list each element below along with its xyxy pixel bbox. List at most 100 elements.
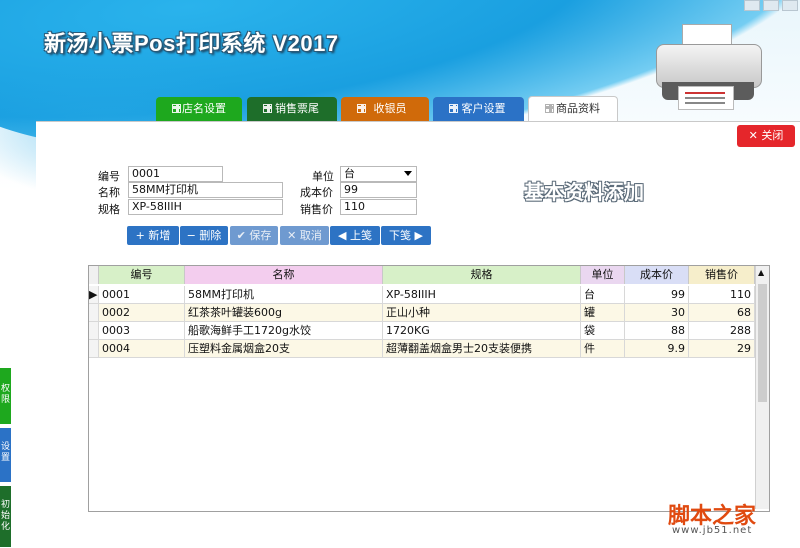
grid-icon xyxy=(449,104,458,113)
cell-price[interactable]: 68 xyxy=(689,304,755,322)
cell-spec[interactable]: 超薄翻盖烟盒男士20支装便携 xyxy=(383,340,581,358)
side-tab-permissions[interactable]: 权限 xyxy=(0,368,11,424)
grid-icon xyxy=(172,104,181,113)
save-button[interactable]: ✔ 保存 xyxy=(230,226,278,245)
cell-cost[interactable]: 9.9 xyxy=(625,340,689,358)
maximize-button[interactable] xyxy=(763,0,779,11)
tab-label: 销售票尾 xyxy=(275,102,319,115)
side-tab-settings[interactable]: 设置 xyxy=(0,428,11,482)
next-button-label: 下笺 xyxy=(389,229,412,242)
name-label: 名称 xyxy=(98,186,120,199)
close-button[interactable]: ✕ 关闭 xyxy=(737,125,795,147)
minimize-button[interactable] xyxy=(744,0,760,11)
cell-cost[interactable]: 99 xyxy=(625,286,689,304)
cell-unit[interactable]: 件 xyxy=(581,340,625,358)
current-row-indicator-icon: ▶ xyxy=(89,286,99,304)
tab-label: 客户设置 xyxy=(461,102,506,115)
cell-unit[interactable]: 台 xyxy=(581,286,625,304)
cost-field[interactable]: 99 xyxy=(340,182,417,198)
table-row[interactable]: ▶ 0001 58MM打印机 XP-58IIIH 台 99 110 xyxy=(89,286,755,304)
scroll-up-icon[interactable]: ▲ xyxy=(758,268,764,278)
tab-label: 店名设置 xyxy=(182,102,226,115)
prev-button-label: 上笺 xyxy=(349,229,372,242)
chevron-down-icon xyxy=(404,171,412,176)
side-tab-label: 初始化 xyxy=(0,500,10,532)
table-row[interactable]: 0004 压塑料金属烟盒20支 超薄翻盖烟盒男士20支装便携 件 9.9 29 xyxy=(89,340,755,358)
tab-receipt-footer[interactable]: 销售票尾 xyxy=(247,97,337,121)
table-row[interactable]: 0002 红茶茶叶罐装600g 正山小种 罐 30 68 xyxy=(89,304,755,322)
app-title: 新汤小票Pos打印系统 V2017 xyxy=(44,31,339,56)
prev-button[interactable]: ◀ 上笺 xyxy=(330,226,380,245)
minus-icon: − xyxy=(186,229,200,242)
unit-label: 单位 xyxy=(312,170,334,183)
cell-spec[interactable]: 1720KG xyxy=(383,322,581,340)
close-icon: ✕ xyxy=(748,129,758,142)
price-label: 销售价 xyxy=(300,203,333,216)
code-label: 编号 xyxy=(98,170,120,183)
add-button[interactable]: + 新增 xyxy=(127,226,179,245)
spec-label: 规格 xyxy=(98,203,120,216)
unit-select[interactable]: 台 xyxy=(340,166,417,182)
cell-price[interactable]: 110 xyxy=(689,286,755,304)
cell-spec[interactable]: XP-58IIIH xyxy=(383,286,581,304)
tab-cashier[interactable]: 收银员 xyxy=(341,97,429,121)
grid-icon xyxy=(263,104,272,113)
cell-name[interactable]: 红茶茶叶罐装600g xyxy=(185,304,383,322)
column-header-price[interactable]: 销售价 xyxy=(689,266,755,284)
product-table[interactable]: 编号 名称 规格 单位 成本价 销售价 ▶ 0001 58MM打印机 XP-58… xyxy=(88,265,770,512)
column-header-name[interactable]: 名称 xyxy=(185,266,383,284)
tab-label: 商品资料 xyxy=(556,102,600,115)
plus-icon: + xyxy=(135,229,149,242)
cost-label: 成本价 xyxy=(300,186,333,199)
close-button-label: 关闭 xyxy=(761,129,784,142)
cell-cost[interactable]: 88 xyxy=(625,322,689,340)
side-tab-label: 权限 xyxy=(0,384,10,405)
cell-code[interactable]: 0002 xyxy=(99,304,185,322)
delete-button-label: 删除 xyxy=(199,229,222,242)
cell-code[interactable]: 0003 xyxy=(99,322,185,340)
arrow-left-icon: ◀ xyxy=(338,229,350,242)
arrow-right-icon: ▶ xyxy=(411,229,423,242)
vertical-scrollbar[interactable]: ▲ xyxy=(755,266,769,509)
grid-icon xyxy=(545,104,554,113)
price-field[interactable]: 110 xyxy=(340,199,417,215)
cell-unit[interactable]: 袋 xyxy=(581,322,625,340)
cell-price[interactable]: 29 xyxy=(689,340,755,358)
tab-product-data[interactable]: 商品资料 xyxy=(528,96,618,122)
column-header-cost[interactable]: 成本价 xyxy=(625,266,689,284)
watermark-url: www.jb51.net xyxy=(672,525,753,536)
cell-name[interactable]: 压塑料金属烟盒20支 xyxy=(185,340,383,358)
cell-cost[interactable]: 30 xyxy=(625,304,689,322)
cell-code[interactable]: 0004 xyxy=(99,340,185,358)
code-field[interactable]: 0001 xyxy=(128,166,223,182)
check-icon: ✔ xyxy=(236,229,250,242)
scrollbar-thumb[interactable] xyxy=(758,284,767,402)
next-button[interactable]: 下笺 ▶ xyxy=(381,226,431,245)
tab-store-name[interactable]: 店名设置 xyxy=(156,97,242,121)
row-header-corner xyxy=(89,266,99,284)
tab-customer[interactable]: 客户设置 xyxy=(433,97,524,121)
printer-icon xyxy=(650,20,770,110)
column-header-spec[interactable]: 规格 xyxy=(383,266,581,284)
cell-code[interactable]: 0001 xyxy=(99,286,185,304)
unit-select-value: 台 xyxy=(344,167,355,180)
cancel-button[interactable]: ✕ 取消 xyxy=(280,226,329,245)
side-tab-initialize[interactable]: 初始化 xyxy=(0,486,11,547)
delete-button[interactable]: − 删除 xyxy=(180,226,228,245)
cell-name[interactable]: 船歌海鲜手工1720g水饺 xyxy=(185,322,383,340)
table-row[interactable]: 0003 船歌海鲜手工1720g水饺 1720KG 袋 88 288 xyxy=(89,322,755,340)
spec-field[interactable]: XP-58IIIH xyxy=(128,199,283,215)
add-button-label: 新增 xyxy=(148,229,171,242)
row-header xyxy=(89,304,99,322)
name-field[interactable]: 58MM打印机 xyxy=(128,182,283,198)
cell-price[interactable]: 288 xyxy=(689,322,755,340)
column-header-code[interactable]: 编号 xyxy=(99,266,185,284)
column-header-unit[interactable]: 单位 xyxy=(581,266,625,284)
cell-unit[interactable]: 罐 xyxy=(581,304,625,322)
cancel-button-label: 取消 xyxy=(299,229,322,242)
cell-spec[interactable]: 正山小种 xyxy=(383,304,581,322)
row-header xyxy=(89,340,99,358)
row-header xyxy=(89,322,99,340)
cell-name[interactable]: 58MM打印机 xyxy=(185,286,383,304)
window-close-button[interactable] xyxy=(782,0,798,11)
